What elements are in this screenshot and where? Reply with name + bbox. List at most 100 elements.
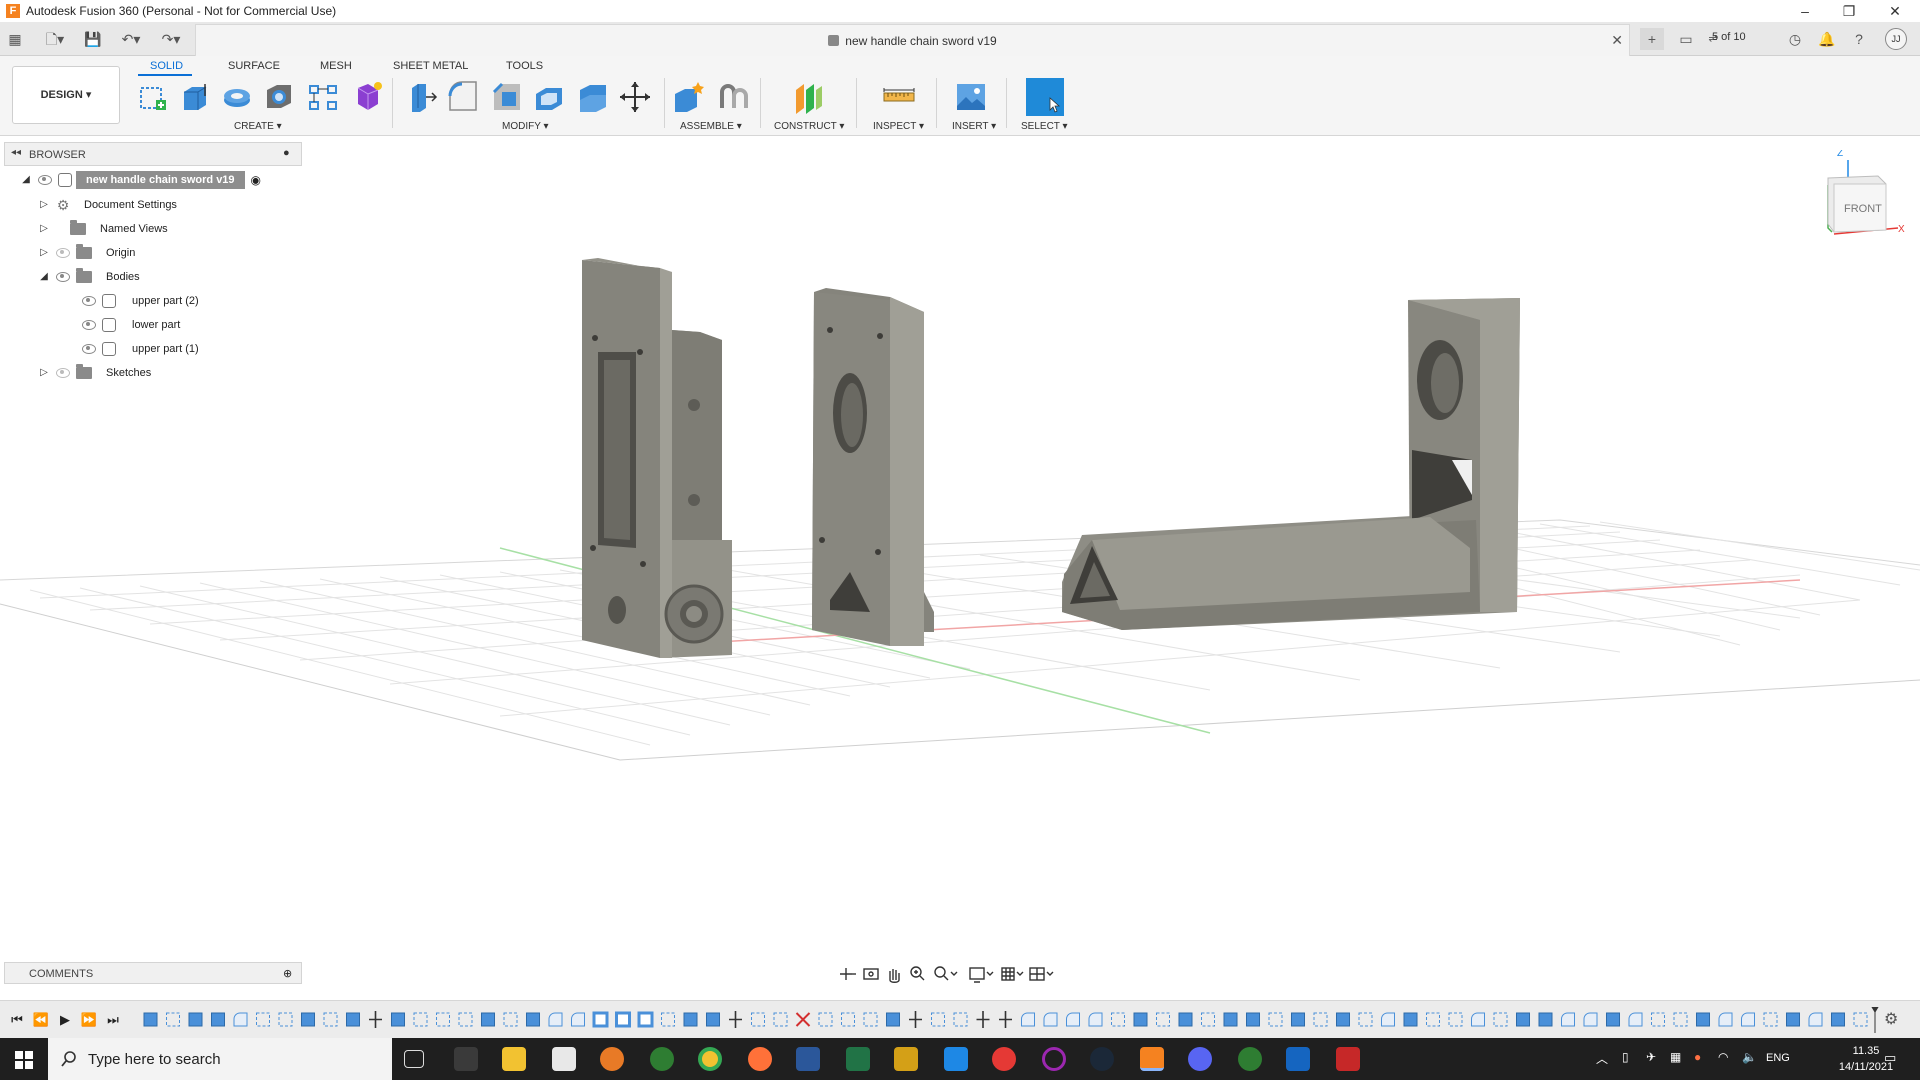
add-comment-icon[interactable]: ⊕ bbox=[283, 967, 292, 980]
timeline-feature-extrude-icon[interactable] bbox=[1336, 1012, 1350, 1027]
timeline-feature-move-icon[interactable] bbox=[369, 1011, 382, 1028]
timeline-feature-extrude-icon[interactable] bbox=[1133, 1012, 1148, 1027]
viewcube[interactable]: Z X FRONT bbox=[1810, 150, 1910, 240]
app-icon-green-globe[interactable] bbox=[1238, 1047, 1262, 1071]
timeline-feature-extrude-icon[interactable] bbox=[1786, 1012, 1800, 1027]
tray-monitor-icon[interactable]: ▦ bbox=[1670, 1050, 1681, 1064]
browser-item-body[interactable]: upper part (2) bbox=[76, 291, 203, 311]
timeline-feature-sketch-icon[interactable] bbox=[1763, 1012, 1778, 1027]
step-back-icon[interactable]: ⏪ bbox=[32, 1011, 50, 1029]
excel-icon[interactable] bbox=[846, 1047, 870, 1071]
timeline-feature-extrude-icon[interactable] bbox=[1223, 1012, 1238, 1027]
timeline-feature-fillet-icon[interactable] bbox=[1561, 1012, 1575, 1027]
timeline-feature-sketch-icon[interactable] bbox=[1201, 1012, 1215, 1027]
file-explorer-icon[interactable] bbox=[502, 1047, 526, 1071]
tray-orange-icon[interactable]: ● bbox=[1694, 1050, 1701, 1064]
timeline-feature-extrude-icon[interactable] bbox=[1246, 1012, 1260, 1027]
expand-triangle-icon[interactable]: ▷ bbox=[38, 223, 50, 235]
measure-icon[interactable] bbox=[882, 80, 916, 114]
timeline-feature-extrude-icon[interactable] bbox=[706, 1012, 720, 1027]
timeline-feature-sketch-icon[interactable] bbox=[1853, 1012, 1868, 1027]
timeline-feature-sketch-icon[interactable] bbox=[1358, 1012, 1373, 1027]
timeline-feature-extrude-icon[interactable] bbox=[1606, 1012, 1620, 1027]
timeline-feature-sketch-icon[interactable] bbox=[323, 1012, 338, 1027]
expand-triangle-icon[interactable]: ▷ bbox=[38, 247, 50, 259]
app-icon-settings-orange[interactable] bbox=[600, 1047, 624, 1071]
collapse-triangle-icon[interactable]: ◢ bbox=[38, 271, 50, 283]
timeline-feature-extrude-icon[interactable] bbox=[886, 1012, 900, 1027]
redo-icon[interactable]: ↷▾ bbox=[156, 28, 186, 50]
timeline-feature-sketch-icon[interactable] bbox=[278, 1012, 293, 1027]
zoom-window-icon[interactable] bbox=[934, 966, 958, 981]
new-tab-icon[interactable]: + bbox=[1640, 28, 1664, 50]
select-tool-icon[interactable] bbox=[1026, 78, 1064, 116]
inspect-menu[interactable]: INSPECT ▾ bbox=[873, 121, 924, 132]
timeline-feature-fillet-icon[interactable] bbox=[1741, 1012, 1755, 1027]
joint-icon[interactable] bbox=[716, 80, 750, 114]
timeline-feature-sketch-icon[interactable] bbox=[773, 1012, 788, 1027]
tab-surface[interactable]: SURFACE bbox=[228, 60, 280, 72]
visibility-eye-icon[interactable] bbox=[82, 344, 96, 354]
timeline-feature-extrude-icon[interactable] bbox=[301, 1012, 315, 1027]
comments-panel[interactable]: COMMENTS ⊕ bbox=[4, 962, 302, 984]
browser-item-body[interactable]: lower part bbox=[76, 315, 185, 335]
timeline-feature-extrude-icon[interactable] bbox=[1696, 1012, 1710, 1027]
timeline-feature-sketch-icon[interactable] bbox=[413, 1012, 428, 1027]
fusion360-taskbar-icon[interactable] bbox=[1140, 1047, 1164, 1071]
timeline-feature-extrude-icon[interactable] bbox=[526, 1012, 540, 1027]
timeline-feature-extrude-icon[interactable] bbox=[683, 1012, 698, 1027]
look-at-icon[interactable] bbox=[863, 968, 879, 980]
browser-item-origin[interactable]: ▷ Origin bbox=[38, 243, 140, 263]
app-icon-red[interactable] bbox=[1336, 1047, 1360, 1071]
document-tab[interactable]: new handle chain sword v19 ✕ bbox=[195, 24, 1630, 56]
timeline-feature-sketch-icon[interactable] bbox=[818, 1012, 833, 1027]
go-to-start-icon[interactable]: ⏮ bbox=[8, 1011, 26, 1029]
app-icon-purple-ring[interactable] bbox=[1042, 1047, 1066, 1071]
volume-icon[interactable]: 🔈 bbox=[1742, 1050, 1757, 1064]
hole-icon[interactable] bbox=[262, 80, 296, 114]
timeline-feature-sketch-icon[interactable] bbox=[1651, 1012, 1665, 1027]
timeline-feature-shell-icon[interactable] bbox=[615, 1011, 631, 1028]
visibility-eye-icon[interactable] bbox=[82, 296, 96, 306]
minimize-button[interactable]: – bbox=[1782, 0, 1828, 22]
timeline-feature-sketch-icon[interactable] bbox=[166, 1012, 180, 1027]
timeline-feature-fillet-icon[interactable] bbox=[1718, 1012, 1733, 1027]
firefox-icon[interactable] bbox=[748, 1047, 772, 1071]
data-panel-grid-icon[interactable]: ▦ bbox=[4, 28, 26, 50]
visibility-eye-icon[interactable] bbox=[38, 175, 52, 185]
press-pull-icon[interactable] bbox=[404, 80, 438, 114]
step-forward-icon[interactable]: ⏩ bbox=[80, 1011, 98, 1029]
play-icon[interactable]: ▶ bbox=[56, 1011, 74, 1029]
windows-start-icon[interactable] bbox=[0, 1038, 48, 1080]
zoom-icon[interactable] bbox=[910, 966, 925, 981]
expand-triangle-icon[interactable]: ▷ bbox=[38, 367, 50, 379]
timeline-feature-extrude-icon[interactable] bbox=[346, 1012, 360, 1027]
timeline-feature-sketch-icon[interactable] bbox=[458, 1012, 473, 1027]
timeline-settings-gear-icon[interactable]: ⚙ bbox=[1884, 1009, 1898, 1029]
new-component-icon[interactable] bbox=[672, 80, 706, 114]
browser-item-body[interactable]: upper part (1) bbox=[76, 339, 203, 359]
rectangular-pattern-icon[interactable] bbox=[306, 80, 340, 114]
timeline-feature-sketch-icon[interactable] bbox=[953, 1012, 968, 1027]
visibility-eye-icon[interactable] bbox=[82, 320, 96, 330]
create-sketch-icon[interactable] bbox=[136, 80, 170, 114]
timeline-feature-fillet-icon[interactable] bbox=[1628, 1012, 1643, 1027]
timeline-feature-fillet-icon[interactable] bbox=[1066, 1012, 1080, 1027]
combine-icon[interactable] bbox=[576, 80, 610, 114]
shell-icon[interactable] bbox=[532, 80, 566, 114]
avatar[interactable]: JJ bbox=[1885, 28, 1907, 50]
hidden-eye-icon[interactable] bbox=[56, 368, 70, 378]
timeline-feature-sketch-icon[interactable] bbox=[863, 1012, 878, 1027]
job-counter[interactable]: 5 of 10 bbox=[1712, 31, 1746, 43]
model-upper-part-2[interactable] bbox=[582, 258, 732, 658]
tab-solid[interactable]: SOLID bbox=[150, 60, 183, 72]
timeline-feature-fillet-icon[interactable] bbox=[1021, 1012, 1035, 1027]
extensions-icon[interactable]: ▭ bbox=[1674, 28, 1698, 50]
browser-item-document-settings[interactable]: ▷ ⚙ Document Settings bbox=[38, 195, 181, 215]
timeline-feature-sketch-icon[interactable] bbox=[436, 1012, 450, 1027]
app-icon-tools[interactable] bbox=[894, 1047, 918, 1071]
app-icon-blue[interactable] bbox=[944, 1047, 968, 1071]
workspace-switcher-button[interactable]: DESIGN ▾ bbox=[12, 66, 120, 124]
construct-menu[interactable]: CONSTRUCT ▾ bbox=[774, 121, 844, 132]
save-icon[interactable]: 💾 bbox=[82, 28, 104, 50]
